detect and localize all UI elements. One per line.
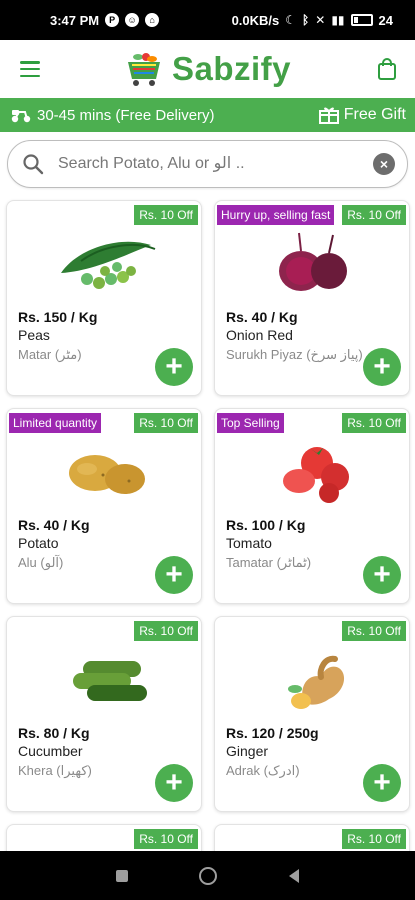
notification-icon: P [105,13,120,27]
wifi-off-icon: ✕ [315,13,326,27]
promo-tag: Hurry up, selling fast [217,205,335,225]
delivery-info: 30-45 mins (Free Delivery) [10,107,215,124]
onion-image [279,232,347,291]
discount-badge: Rs. 10 Off [342,205,406,225]
tomato-image [283,447,349,503]
recent-apps-button[interactable] [115,869,128,882]
chat-icon: ☺ [125,13,140,27]
product-card-peas[interactable]: Rs. 10 Off Rs. 150 / Kg Peas Matar (مٹر)… [6,200,202,396]
product-name: Tomato [226,535,272,551]
delivery-banner: 30-45 mins (Free Delivery) Free Gift [0,98,415,132]
add-to-cart-button[interactable]: + [363,348,401,386]
add-to-cart-button[interactable]: + [155,556,193,594]
shopping-bag-icon[interactable] [375,57,399,81]
product-local-name: Khera (کھیرا) [18,763,92,778]
hamburger-menu-icon[interactable] [20,61,40,77]
network-speed: 0.0KB/s [231,12,280,28]
back-button[interactable] [289,868,300,883]
product-price: Rs. 120 / 250g [226,725,319,741]
discount-badge: Rs. 10 Off [134,829,198,849]
product-price: Rs. 40 / Kg [18,517,90,533]
search-icon [23,154,44,175]
product-grid: Rs. 10 Off Rs. 150 / Kg Peas Matar (مٹر)… [6,200,410,864]
promo-tag: Limited quantity [9,413,102,433]
search-bar: × [7,140,408,188]
battery-icon [350,14,373,26]
system-navigation-bar [0,851,415,900]
discount-badge: Rs. 10 Off [342,621,406,641]
moon-icon: ☾ [285,13,297,27]
product-name: Cucumber [18,743,83,759]
brand-name: Sabzify [171,50,292,87]
gift-icon [318,107,339,124]
status-left: 3:47 PM P ☺ ⌂ [50,12,160,28]
status-right: 0.0KB/s ☾ ᛒ ✕ ▮▮ 24 [232,13,393,28]
app-icon: ⌂ [145,13,160,27]
free-gift-button[interactable]: Free Gift [318,106,406,124]
home-button[interactable] [199,866,218,885]
free-gift-label: Free Gift [343,106,406,123]
product-local-name: Tamatar (ٹماٹر) [226,555,312,570]
ginger-image [288,655,345,709]
basket-logo-icon [127,53,160,86]
product-price: Rs. 150 / Kg [18,309,98,325]
bluetooth-icon: ᛒ [302,13,310,27]
product-price: Rs. 100 / Kg [226,517,306,533]
product-name: Ginger [226,743,269,759]
product-local-name: Adrak (ادرک) [226,763,300,778]
product-local-name: Alu (آلو) [18,555,64,570]
potato-image [69,455,145,494]
product-name: Potato [18,535,59,551]
product-price: Rs. 80 / Kg [18,725,90,741]
signal-icon: ▮▮ [331,13,345,27]
product-name: Peas [18,327,50,343]
delivery-eta: 30-45 mins (Free Delivery) [37,106,215,124]
product-local-name: Surukh Piyaz (پیاز سرخ) [226,347,363,362]
scooter-icon [11,110,31,123]
product-card-onion-red[interactable]: Hurry up, selling fast Rs. 10 Off Rs. 40… [214,200,410,396]
product-card-ginger[interactable]: Rs. 10 Off Rs. 120 / 250g Ginger Adrak (… [214,616,410,812]
product-card-potato[interactable]: Limited quantity Rs. 10 Off Rs. 40 / Kg … [6,408,202,604]
product-name: Onion Red [226,327,293,343]
peas-image [61,241,156,289]
discount-badge: Rs. 10 Off [342,829,406,849]
cucumber-image [73,661,147,701]
promo-tag: Top Selling [217,413,284,433]
product-card-tomato[interactable]: Top Selling Rs. 10 Off Rs. 100 / Kg Toma… [214,408,410,604]
discount-badge: Rs. 10 Off [134,413,198,433]
add-to-cart-button[interactable]: + [155,764,193,802]
add-to-cart-button[interactable]: + [363,764,401,802]
discount-badge: Rs. 10 Off [134,621,198,641]
status-bar: 3:47 PM P ☺ ⌂ 0.0KB/s ☾ ᛒ ✕ ▮▮ 24 [0,0,415,40]
clear-search-button[interactable]: × [373,153,395,175]
brand: Sabzify [124,49,291,89]
discount-badge: Rs. 10 Off [134,205,198,225]
product-local-name: Matar (مٹر) [18,347,82,362]
search-input[interactable] [58,155,373,173]
app-header: Sabzify [0,40,415,98]
battery-level: 24 [378,12,393,28]
product-card-cucumber[interactable]: Rs. 10 Off Rs. 80 / Kg Cucumber Khera (ک… [6,616,202,812]
add-to-cart-button[interactable]: + [363,556,401,594]
discount-badge: Rs. 10 Off [342,413,406,433]
status-time: 3:47 PM [50,12,100,28]
product-price: Rs. 40 / Kg [226,309,298,325]
add-to-cart-button[interactable]: + [155,348,193,386]
